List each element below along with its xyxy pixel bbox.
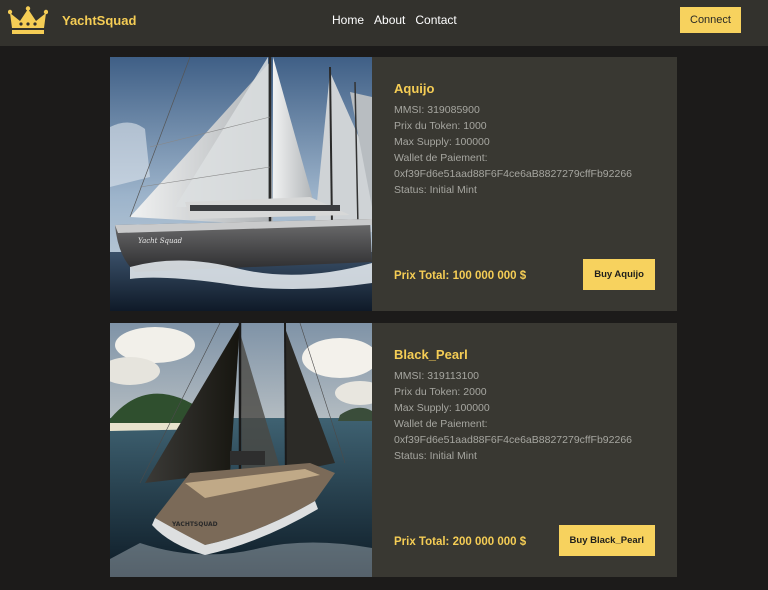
yacht-mmsi: MMSI: 319113100 (394, 370, 480, 382)
svg-text:Yacht Squad: Yacht Squad (138, 237, 183, 245)
yacht-image-aquijo: Yacht Squad (110, 57, 372, 311)
yacht-max-supply: Max Supply: 100000 (394, 402, 490, 414)
yacht-max-supply: Max Supply: 100000 (394, 136, 490, 148)
yacht-card-aquijo: Yacht Squad Aquijo MMSI: 319085900 Prix … (110, 57, 677, 311)
yacht-mmsi: MMSI: 319085900 (394, 104, 480, 116)
nav-home-link[interactable]: Home (332, 13, 364, 27)
yacht-wallet-label: Wallet de Paiement: (394, 152, 488, 164)
yacht-info-black-pearl: Black_Pearl MMSI: 319113100 Prix du Toke… (394, 346, 632, 464)
yacht-name: Aquijo (394, 81, 435, 96)
yacht-name: Black_Pearl (394, 347, 468, 362)
yacht-status: Status: Initial Mint (394, 184, 477, 196)
connect-button[interactable]: Connect (680, 7, 741, 33)
brand-name[interactable]: YachtSquad (62, 13, 136, 28)
yacht-wallet-address: 0xf39Fd6e51aad88F6F4ce6aB8827279cffFb922… (394, 168, 632, 180)
yacht-card-black-pearl: YACHTSQUAD Black_Pearl MMSI: 319113100 P… (110, 323, 677, 577)
nav-contact-link[interactable]: Contact (415, 13, 456, 27)
crown-icon[interactable] (8, 6, 48, 36)
yacht-info-aquijo: Aquijo MMSI: 319085900 Prix du Token: 10… (394, 80, 632, 198)
nav-about-link[interactable]: About (374, 13, 405, 27)
yacht-wallet-label: Wallet de Paiement: (394, 418, 488, 430)
buy-black-pearl-button[interactable]: Buy Black_Pearl (558, 525, 655, 556)
navbar: YachtSquad Home About Contact Connect (0, 0, 768, 46)
buy-aquijo-button[interactable]: Buy Aquijo (583, 259, 655, 290)
yacht-status: Status: Initial Mint (394, 450, 477, 462)
nav-links: Home About Contact (332, 13, 457, 27)
yacht-total-price: Prix Total: 200 000 000 $ (394, 536, 527, 548)
yacht-total-price: Prix Total: 100 000 000 $ (394, 270, 527, 282)
yacht-token-price: Prix du Token: 1000 (394, 120, 487, 132)
svg-text:YACHTSQUAD: YACHTSQUAD (171, 521, 218, 528)
yacht-image-black-pearl: YACHTSQUAD (110, 323, 372, 577)
yacht-token-price: Prix du Token: 2000 (394, 386, 487, 398)
yacht-wallet-address: 0xf39Fd6e51aad88F6F4ce6aB8827279cffFb922… (394, 434, 632, 446)
